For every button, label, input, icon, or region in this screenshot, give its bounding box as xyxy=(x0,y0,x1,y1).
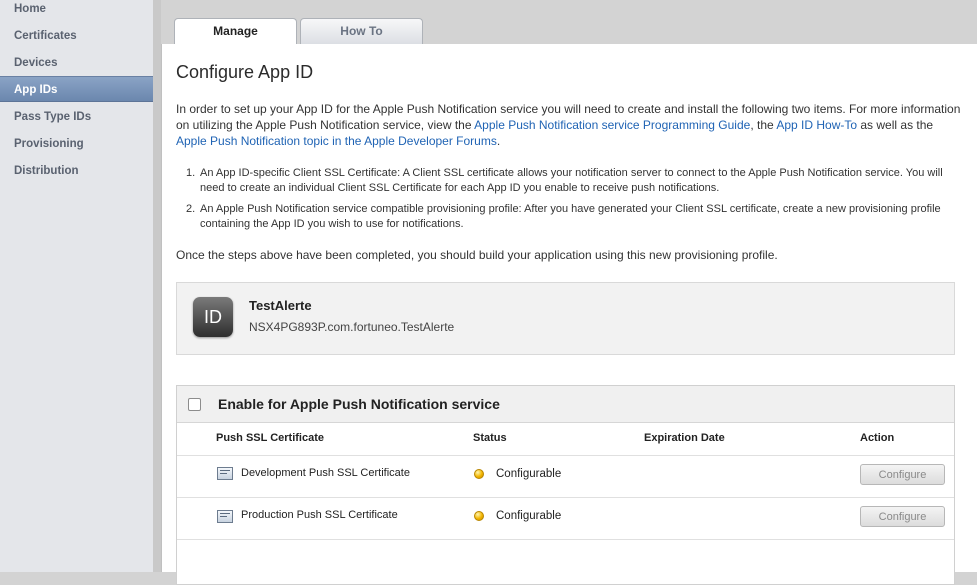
app-name: TestAlerte xyxy=(249,298,312,313)
development-cert-status: Configurable xyxy=(496,468,562,480)
sidebar-item-provisioning[interactable]: Provisioning xyxy=(0,131,153,157)
status-dot-icon xyxy=(474,469,484,479)
status-dot-icon xyxy=(474,511,484,521)
column-header-action: Action xyxy=(860,432,895,444)
app-id-icon: ID xyxy=(193,297,233,337)
step-item: 2. An Apple Push Notification service com… xyxy=(186,202,966,232)
sidebar-item-certificates[interactable]: Certificates xyxy=(0,23,153,49)
configure-development-button[interactable]: Configure xyxy=(860,464,945,485)
sidebar-item-home[interactable]: Home xyxy=(0,0,153,22)
sidebar-item-devices[interactable]: Devices xyxy=(0,50,153,76)
push-panel-header: Enable for Apple Push Notification servi… xyxy=(177,386,954,423)
sidebar-divider xyxy=(153,0,161,572)
step-number: 1. xyxy=(186,167,196,179)
sidebar-item-app-ids[interactable]: App IDs xyxy=(0,76,153,102)
step-number: 2. xyxy=(186,203,196,215)
development-cert-name: Development Push SSL Certificate xyxy=(241,467,410,479)
row-divider xyxy=(177,539,954,540)
intro-paragraph: In order to set up your App ID for the A… xyxy=(176,101,966,149)
production-cert-status: Configurable xyxy=(496,510,562,522)
column-header-certificate: Push SSL Certificate xyxy=(216,432,324,444)
push-notification-panel: Enable for Apple Push Notification servi… xyxy=(176,385,955,585)
step-text: An Apple Push Notification service compa… xyxy=(200,203,941,230)
configure-production-button[interactable]: Configure xyxy=(860,506,945,527)
column-header-expiration: Expiration Date xyxy=(644,432,725,444)
intro-text-4: . xyxy=(496,134,501,148)
app-id-summary: ID TestAlerte NSX4PG893P.com.fortuneo.Te… xyxy=(176,282,955,355)
enable-push-label[interactable]: Enable for Apple Push Notification servi… xyxy=(218,396,500,412)
step-text: An App ID-specific Client SSL Certificat… xyxy=(200,167,943,194)
page-title: Configure App ID xyxy=(176,62,314,82)
step-item: 1. An App ID-specific Client SSL Certific… xyxy=(186,166,966,196)
tab-how-to[interactable]: How To xyxy=(300,18,423,44)
column-header-status: Status xyxy=(473,432,507,444)
app-bundle-id: NSX4PG893P.com.fortuneo.TestAlerte xyxy=(249,320,455,334)
apns-forum-topic-link[interactable]: Apple Push Notification topic in the App… xyxy=(176,134,497,148)
enable-push-checkbox[interactable] xyxy=(188,398,201,411)
certificate-icon xyxy=(217,467,233,480)
apns-programming-guide-link[interactable]: Apple Push Notification service Programm… xyxy=(474,118,750,132)
sidebar: Home Certificates Devices App IDs Pass T… xyxy=(0,0,154,572)
main-content: Configure App ID In order to set up your… xyxy=(161,44,977,585)
production-cert-name: Production Push SSL Certificate xyxy=(241,509,398,521)
sidebar-item-distribution[interactable]: Distribution xyxy=(0,158,153,184)
app-id-how-to-link[interactable]: App ID How-To xyxy=(776,118,857,132)
sidebar-item-pass-type-ids[interactable]: Pass Type IDs xyxy=(0,104,153,130)
tab-manage[interactable]: Manage xyxy=(174,18,297,45)
intro-text-3: as well as the xyxy=(857,118,934,132)
steps-list: 1. An App ID-specific Client SSL Certific… xyxy=(186,166,966,232)
certificate-icon xyxy=(217,510,233,523)
row-divider xyxy=(177,497,954,498)
intro-text-2: , the xyxy=(750,118,777,132)
outro-text: Once the steps above have been completed… xyxy=(176,248,778,262)
row-divider xyxy=(177,455,954,456)
